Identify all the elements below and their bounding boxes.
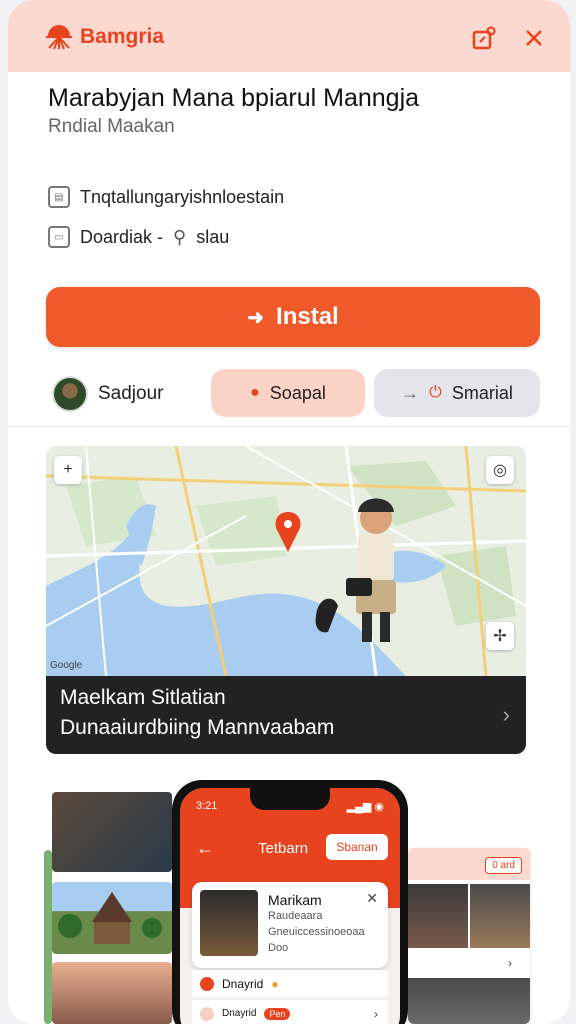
chevron-right-icon: › xyxy=(508,956,512,970)
info-text-1: Tnqtallungaryishnloestain xyxy=(80,186,285,207)
alert-icon: ⏻ xyxy=(429,384,442,401)
back-icon[interactable]: ← xyxy=(196,838,214,859)
app-window: Bamgria Marabyjan Mana bpiarul Manngja R… xyxy=(8,0,570,1024)
map-base xyxy=(46,446,526,676)
top-bar: Bamgria xyxy=(8,0,570,72)
zoom-in-label: + xyxy=(63,461,73,478)
list-item[interactable]: Dnayrid Pen › xyxy=(192,1000,388,1024)
gallery-photo-1[interactable] xyxy=(52,792,172,872)
document-icon: ▤ xyxy=(48,186,70,208)
settings-icon xyxy=(200,1006,214,1021)
locate-icon[interactable]: ◎ xyxy=(486,456,514,484)
chevron-right-icon: › xyxy=(374,1006,378,1021)
location-icon xyxy=(200,976,214,991)
side-panel[interactable]: 0 ard › xyxy=(408,848,530,1024)
arrow-right-icon: ➜ xyxy=(247,306,265,329)
info-text-2: Doardiak - xyxy=(80,226,164,247)
brand-name: Bamgria xyxy=(80,25,165,48)
phone-screen: 3:21 ▂▄▆ ◉ ← Tetbarn Sbanan Marikam Raud… xyxy=(180,788,400,1024)
gallery-photo-3[interactable] xyxy=(52,962,172,1024)
profile-line-1: Raudeaara xyxy=(268,910,323,922)
pin-icon: ⚲ xyxy=(173,226,187,247)
map-view[interactable]: + ◎ ✢ Google Maelkam Sitlatian Dunaaiurd… xyxy=(46,446,526,754)
sun-logo-icon xyxy=(46,25,72,50)
side-photo-2 xyxy=(470,884,530,948)
soapal-button[interactable]: ● Soapal xyxy=(211,369,365,417)
zoom-in-button[interactable]: + xyxy=(54,456,82,484)
phone-mockup: 3:21 ▂▄▆ ◉ ← Tetbarn Sbanan Marikam Raud… xyxy=(172,780,408,1024)
status-time: 3:21 xyxy=(196,800,218,812)
list-item[interactable]: Dnayrid ● xyxy=(192,970,388,998)
info-row-download: ▭ Doardiak - ⚲ slau xyxy=(48,226,229,248)
signal-icon: ▂▄▆ ◉ xyxy=(346,801,384,813)
profile-card[interactable]: Marikam Raudeaara Gneuiccessinoeoaa Doo … xyxy=(192,882,388,968)
list-item-pill: Pen xyxy=(264,1007,291,1020)
app-subtitle: Rndial Maakan xyxy=(48,116,175,137)
chip-1-label: Soapal xyxy=(269,382,326,403)
side-photo-3 xyxy=(408,978,530,1024)
list-item-label: Dnayrid xyxy=(222,1008,257,1019)
profile-photo xyxy=(200,890,258,956)
info-text-2-suffix: slau xyxy=(196,226,230,247)
side-photo-1 xyxy=(408,884,468,948)
smarial-button[interactable]: → ⏻ Smarial xyxy=(374,369,540,417)
card-icon: ▭ xyxy=(48,226,70,248)
map-credit: Google xyxy=(50,660,83,671)
compass-icon[interactable]: ✢ xyxy=(486,622,514,650)
user-label: Sadjour xyxy=(98,383,164,404)
share-icon[interactable] xyxy=(470,24,498,52)
brand-logo: Bamgria xyxy=(44,22,164,52)
temple-illustration xyxy=(58,892,162,944)
gallery-photo-2[interactable] xyxy=(52,882,172,954)
gallery-edge xyxy=(44,850,52,1024)
profile-name: Marikam xyxy=(268,892,322,908)
map-caption[interactable]: Maelkam Sitlatian Dunaaiurdbiing Mannvaa… xyxy=(46,676,526,754)
info-row-install: ▤ Tnqtallungaryishnloestain xyxy=(48,186,284,208)
chip-2-label: Smarial xyxy=(451,382,513,403)
phone-screen-title: Tetbarn xyxy=(258,840,309,857)
install-button[interactable]: ➜ Instal xyxy=(46,287,540,347)
profile-line-3: Doo xyxy=(268,942,289,954)
caption-line-2: Dunaaiurdbiing Mannvaabam xyxy=(60,716,335,739)
arrow-right-icon: → xyxy=(401,382,420,403)
status-bar: 3:21 ▂▄▆ ◉ xyxy=(196,800,384,813)
phone-header-button[interactable]: Sbanan xyxy=(326,834,388,860)
profile-line-2: Gneuiccessinoeoaa xyxy=(268,926,365,938)
caption-line-1: Maelkam Sitlatian xyxy=(60,686,226,709)
drop-icon: ● xyxy=(250,384,260,401)
list-item-label: Dnayrid xyxy=(222,976,264,991)
close-icon[interactable] xyxy=(520,24,548,52)
install-label: Instal xyxy=(276,303,339,330)
avatar xyxy=(52,376,88,412)
divider xyxy=(8,426,570,427)
app-title: Marabyjan Mana bpiarul Manngja xyxy=(48,84,420,112)
badge-icon: ● xyxy=(271,976,279,991)
chevron-right-icon: › xyxy=(502,702,510,727)
user-profile[interactable]: Sadjour xyxy=(52,376,164,412)
close-icon[interactable]: ✕ xyxy=(366,890,378,907)
side-panel-badge: 0 ard xyxy=(485,857,522,874)
